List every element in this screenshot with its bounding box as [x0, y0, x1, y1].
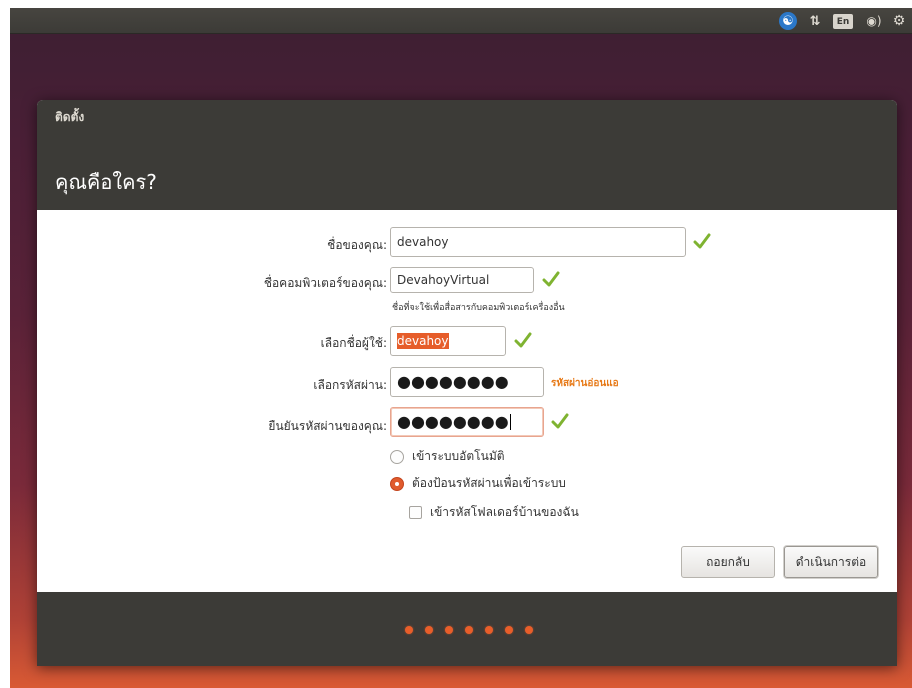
- confirm-password-valid-check-icon: [551, 413, 569, 429]
- vm-screen: ☯ ⇅ En ◉) ⚙ ติดตั้ง คุณคือใคร? ชื่อของคุ…: [10, 8, 912, 688]
- computer-name-input[interactable]: DevahoyVirtual: [390, 267, 534, 293]
- password-dots: ●●●●●●●●: [397, 372, 509, 391]
- window-title-bar[interactable]: ติดตั้ง: [37, 100, 897, 132]
- require-password-radio[interactable]: ต้องป้อนรหัสผ่านเพื่อเข้าระบบ: [390, 474, 566, 493]
- password-label: เลือกรหัสผ่าน:: [313, 378, 387, 392]
- volume-icon[interactable]: ◉): [863, 12, 885, 30]
- progress-step-dot: [425, 626, 433, 634]
- username-label: เลือกชื่อผู้ใช้:: [320, 336, 387, 350]
- name-input[interactable]: devahoy: [390, 227, 686, 257]
- page-title: คุณคือใคร?: [55, 170, 157, 194]
- progress-step-dot: [445, 626, 453, 634]
- require-password-label: ต้องป้อนรหัสผ่านเพื่อเข้าระบบ: [412, 476, 566, 490]
- computer-name-label: ชื่อคอมพิวเตอร์ของคุณ:: [263, 276, 387, 290]
- encrypt-home-label: เข้ารหัสโฟลเดอร์บ้านของฉัน: [430, 505, 579, 519]
- user-setup-form: ชื่อของคุณ: devahoy ชื่อคอมพิวเตอร์ของคุ…: [37, 210, 897, 592]
- progress-step-dot: [505, 626, 513, 634]
- computer-name-hint: ชื่อที่จะใช้เพื่อสื่อสารกับคอมพิวเตอร์เค…: [392, 303, 565, 313]
- username-value: devahoy: [397, 333, 449, 349]
- back-button[interactable]: ถอยกลับ: [681, 546, 775, 578]
- confirm-password-label: ยืนยันรหัสผ่านของคุณ:: [268, 419, 387, 433]
- progress-dots: [405, 626, 545, 634]
- accessibility-icon[interactable]: ☯: [779, 12, 797, 30]
- footer-area: [37, 592, 897, 666]
- back-button-label: ถอยกลับ: [706, 554, 750, 569]
- continue-button[interactable]: ดำเนินการต่อ: [784, 546, 878, 578]
- password-input[interactable]: ●●●●●●●●: [390, 367, 544, 397]
- require-password-radio-button[interactable]: [390, 476, 404, 491]
- name-value: devahoy: [397, 235, 449, 249]
- auto-login-label: เข้าระบบอัตโนมัติ: [412, 449, 505, 463]
- name-label: ชื่อของคุณ:: [327, 238, 387, 252]
- window-title: ติดตั้ง: [55, 110, 85, 124]
- name-valid-check-icon: [693, 233, 711, 249]
- desktop: ☯ ⇅ En ◉) ⚙ ติดตั้ง คุณคือใคร? ชื่อของคุ…: [0, 0, 912, 688]
- computer-name-valid-check-icon: [542, 271, 560, 287]
- text-cursor: [509, 414, 511, 430]
- header-area: คุณคือใคร?: [37, 132, 897, 210]
- progress-step-dot: [485, 626, 493, 634]
- progress-step-dot: [525, 626, 533, 634]
- continue-button-label: ดำเนินการต่อ: [795, 554, 867, 569]
- encrypt-home-checkbox-box[interactable]: [409, 506, 422, 519]
- keyboard-layout-icon[interactable]: En: [833, 14, 853, 29]
- top-panel: ☯ ⇅ En ◉) ⚙: [10, 8, 912, 34]
- network-icon[interactable]: ⇅: [806, 12, 824, 30]
- auto-login-radio-button[interactable]: [390, 449, 404, 464]
- progress-step-dot: [405, 626, 413, 634]
- progress-step-dot: [465, 626, 473, 634]
- confirm-password-dots: ●●●●●●●●: [397, 412, 509, 431]
- auto-login-radio[interactable]: เข้าระบบอัตโนมัติ: [390, 447, 505, 466]
- installer-window: ติดตั้ง คุณคือใคร? ชื่อของคุณ: devahoy ช…: [37, 100, 897, 666]
- username-input[interactable]: devahoy: [390, 326, 506, 356]
- keyboard-layout-label: En: [836, 16, 850, 27]
- encrypt-home-checkbox[interactable]: เข้ารหัสโฟลเดอร์บ้านของฉัน: [409, 503, 579, 522]
- password-strength-label: รหัสผ่านอ่อนแอ: [551, 378, 619, 389]
- computer-name-value: DevahoyVirtual: [397, 273, 490, 287]
- username-valid-check-icon: [514, 332, 532, 348]
- power-gear-icon[interactable]: ⚙: [890, 12, 908, 30]
- confirm-password-input[interactable]: ●●●●●●●●: [390, 407, 544, 437]
